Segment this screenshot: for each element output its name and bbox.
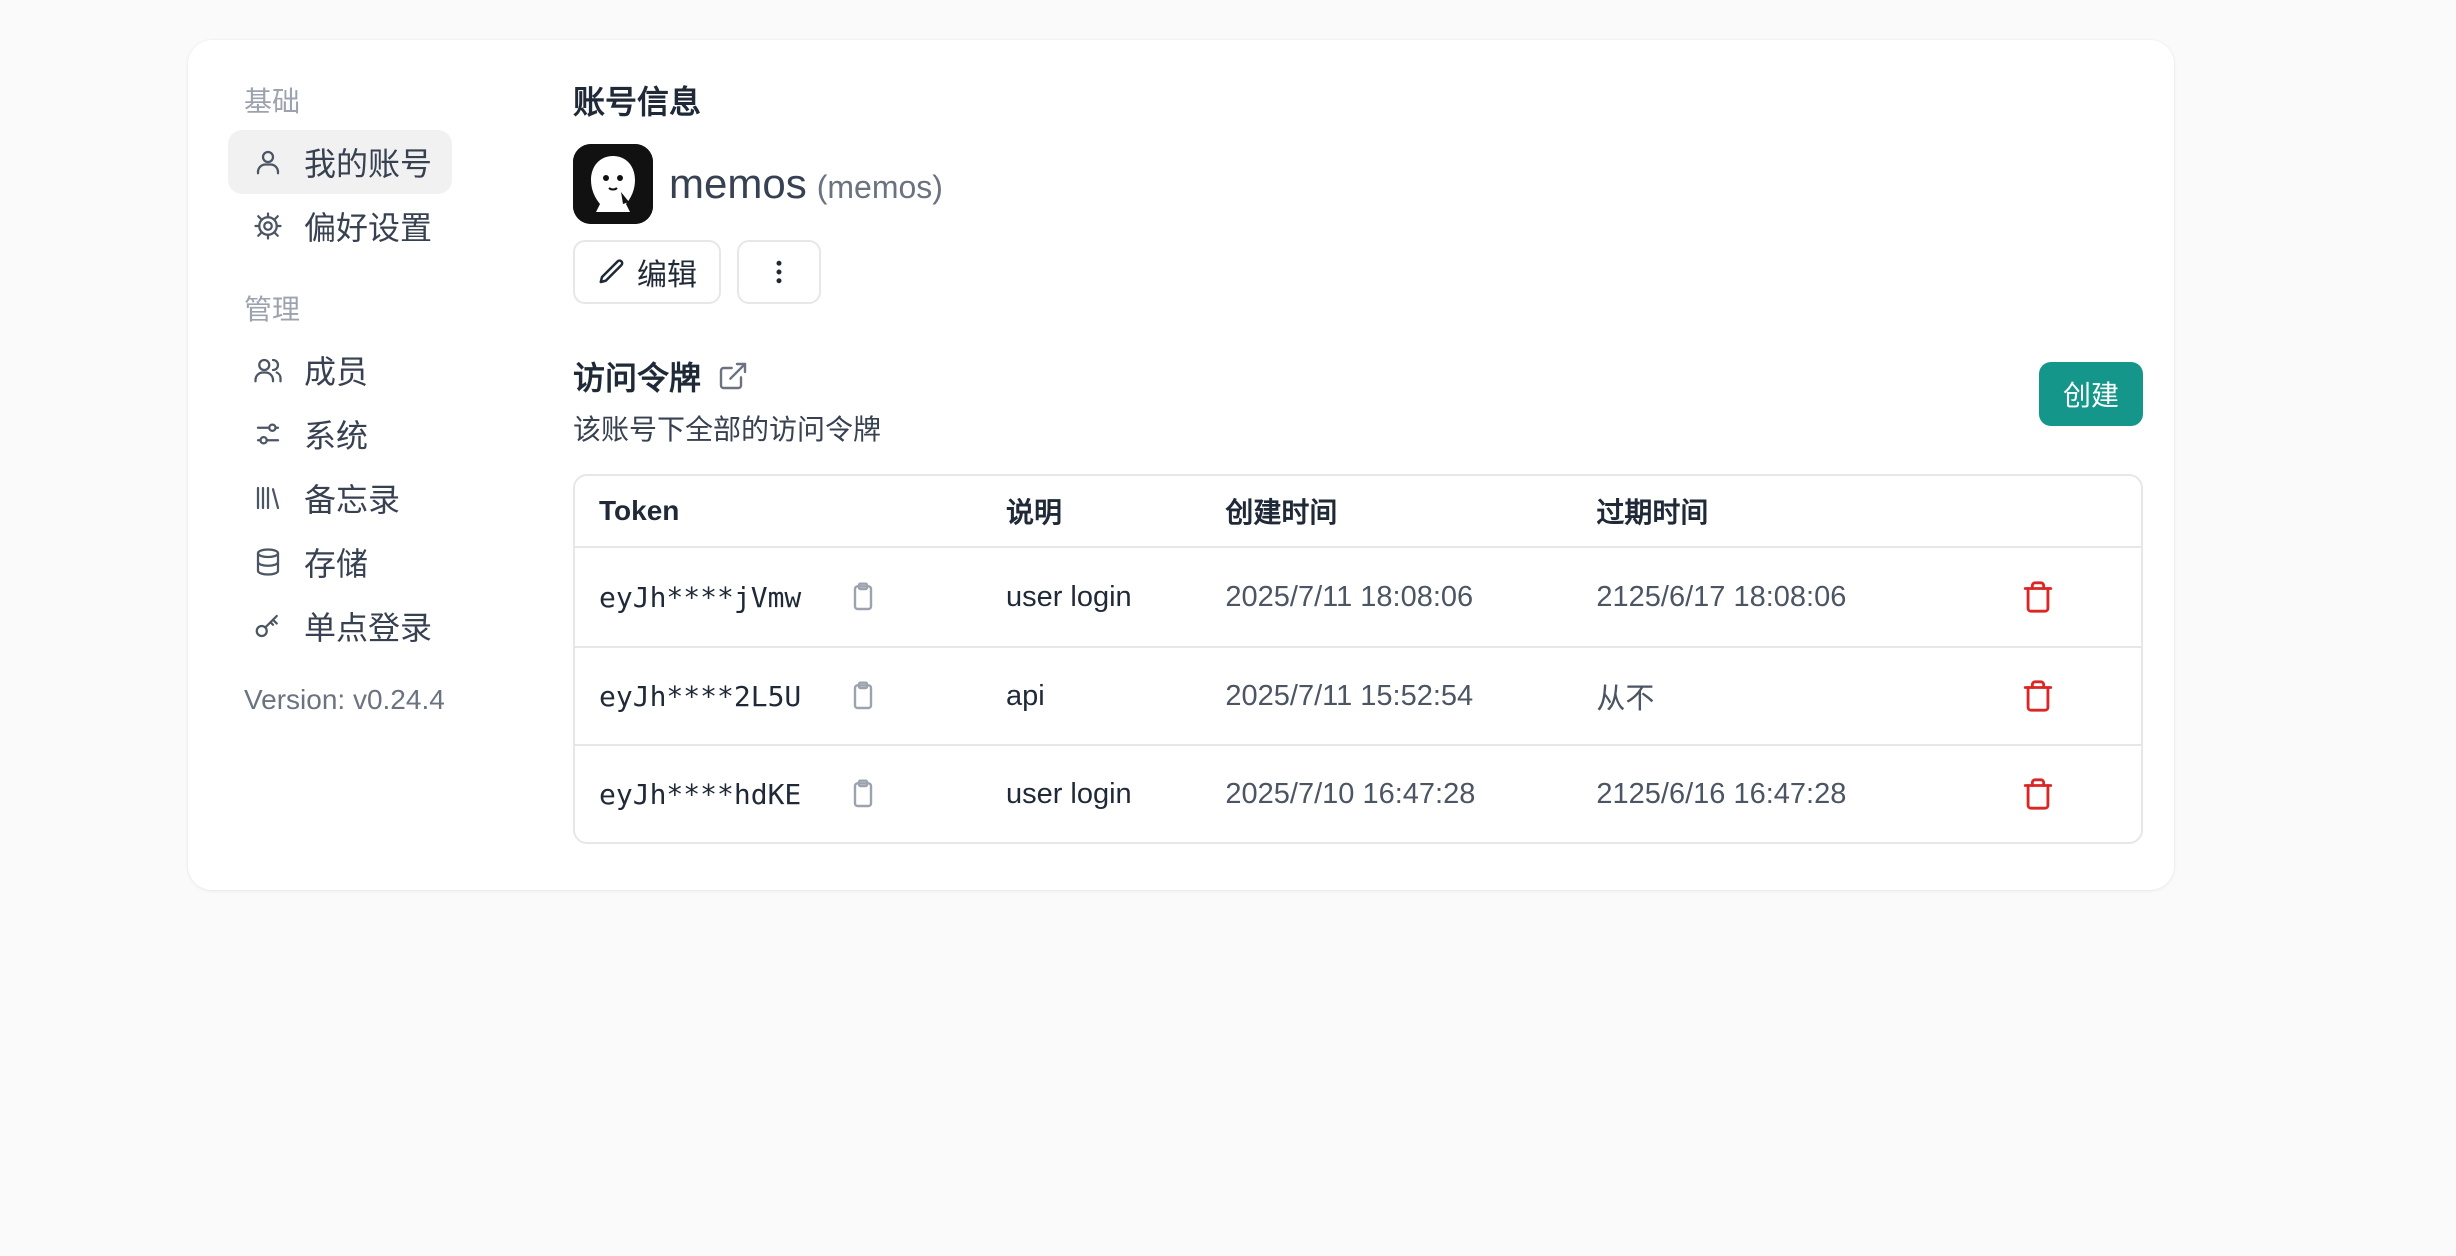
- account-actions: 编辑: [573, 240, 2143, 304]
- memos-logo-icon: [573, 144, 653, 224]
- trash-icon[interactable]: [2021, 679, 2055, 713]
- sidebar-item-label: 偏好设置: [304, 210, 433, 246]
- profile-username: (memos): [816, 168, 943, 205]
- clipboard-icon[interactable]: [847, 581, 879, 613]
- sidebar-item-memos[interactable]: 备忘录: [228, 466, 538, 530]
- account-info-title: 账号信息: [573, 84, 702, 120]
- token-created-at: 2025/7/10 16:47:28: [1225, 777, 1476, 810]
- sidebar-item-label: 系统: [304, 418, 369, 454]
- sidebar-item-preferences[interactable]: 偏好设置: [228, 194, 538, 258]
- token-value: eyJh****hdKE: [599, 777, 802, 811]
- sidebar-item-label: 备忘录: [304, 482, 401, 518]
- library-icon: [252, 482, 284, 514]
- column-header-expires: 过期时间: [1596, 497, 1709, 528]
- settings-sidebar: 基础 我的账号 偏好设置 管理 成员 系统 备忘录 存储 单点登录 Versio…: [218, 80, 538, 722]
- more-vertical-icon: [764, 257, 794, 287]
- token-expires-at: 2125/6/16 16:47:28: [1596, 777, 1847, 810]
- sliders-icon: [252, 418, 284, 450]
- access-tokens-description: 该账号下全部的访问令牌: [573, 414, 882, 445]
- sidebar-item-my-account[interactable]: 我的账号: [228, 130, 452, 194]
- sidebar-item-label: 我的账号: [304, 146, 433, 182]
- sidebar-item-label: 单点登录: [304, 610, 433, 646]
- settings-card: 基础 我的账号 偏好设置 管理 成员 系统 备忘录 存储 单点登录 Versio…: [188, 40, 2174, 890]
- avatar: [573, 144, 653, 224]
- external-link-icon[interactable]: [717, 360, 749, 392]
- sidebar-item-system[interactable]: 系统: [228, 402, 538, 466]
- access-tokens-header: 访问令牌 该账号下全部的访问令牌 创建: [573, 354, 2143, 454]
- token-value: eyJh****2L5U: [599, 679, 802, 713]
- sidebar-item-sso[interactable]: 单点登录: [228, 594, 538, 658]
- token-created-at: 2025/7/11 15:52:54: [1225, 679, 1474, 712]
- token-expires-at: 从不: [1596, 683, 1655, 715]
- main-content: 账号信息 memos (memos) 编辑 访问令牌 该账号下全部的访问令牌 创…: [573, 80, 2143, 844]
- pencil-icon: [597, 257, 627, 287]
- column-header-token: Token: [599, 495, 680, 526]
- clipboard-icon[interactable]: [847, 778, 879, 810]
- create-token-button[interactable]: 创建: [2039, 362, 2143, 426]
- table-row: eyJh****2L5U api 2025/7/11 15:52:54 从不: [575, 646, 2141, 744]
- token-value: eyJh****jVmw: [599, 580, 802, 614]
- sidebar-item-label: 存储: [304, 546, 369, 582]
- access-tokens-title: 访问令牌: [573, 360, 702, 396]
- access-tokens-table: Token 说明 创建时间 过期时间 eyJh****jVmw user log…: [573, 474, 2143, 844]
- edit-button[interactable]: 编辑: [573, 240, 721, 304]
- key-icon: [252, 610, 284, 642]
- version-label: Version: v0.24.4: [244, 684, 445, 715]
- more-options-button[interactable]: [737, 240, 821, 304]
- user-icon: [252, 146, 284, 178]
- column-header-created: 创建时间: [1225, 497, 1338, 528]
- profile-display-name: memos: [669, 160, 807, 207]
- clipboard-icon[interactable]: [847, 680, 879, 712]
- sidebar-item-members[interactable]: 成员: [228, 338, 538, 402]
- column-header-description: 说明: [1005, 497, 1062, 528]
- sidebar-item-storage[interactable]: 存储: [228, 530, 538, 594]
- edit-button-label: 编辑: [637, 259, 697, 292]
- token-description: api: [1005, 679, 1045, 712]
- token-expires-at: 2125/6/17 18:08:06: [1596, 580, 1847, 613]
- token-created-at: 2025/7/11 18:08:06: [1225, 580, 1474, 613]
- users-icon: [252, 354, 284, 386]
- section-label-admin: 管理: [244, 294, 301, 325]
- table-row: eyJh****jVmw user login 2025/7/11 18:08:…: [575, 548, 2141, 646]
- section-label-basic: 基础: [244, 86, 301, 117]
- trash-icon[interactable]: [2021, 777, 2055, 811]
- token-description: user login: [1005, 580, 1132, 613]
- token-description: user login: [1005, 777, 1132, 810]
- gear-icon: [252, 210, 284, 242]
- database-icon: [252, 546, 284, 578]
- sidebar-item-label: 成员: [304, 354, 369, 390]
- table-header-row: Token 说明 创建时间 过期时间: [575, 476, 2141, 548]
- trash-icon[interactable]: [2021, 580, 2055, 614]
- table-row: eyJh****hdKE user login 2025/7/10 16:47:…: [575, 744, 2141, 842]
- profile-row: memos (memos): [573, 144, 2143, 224]
